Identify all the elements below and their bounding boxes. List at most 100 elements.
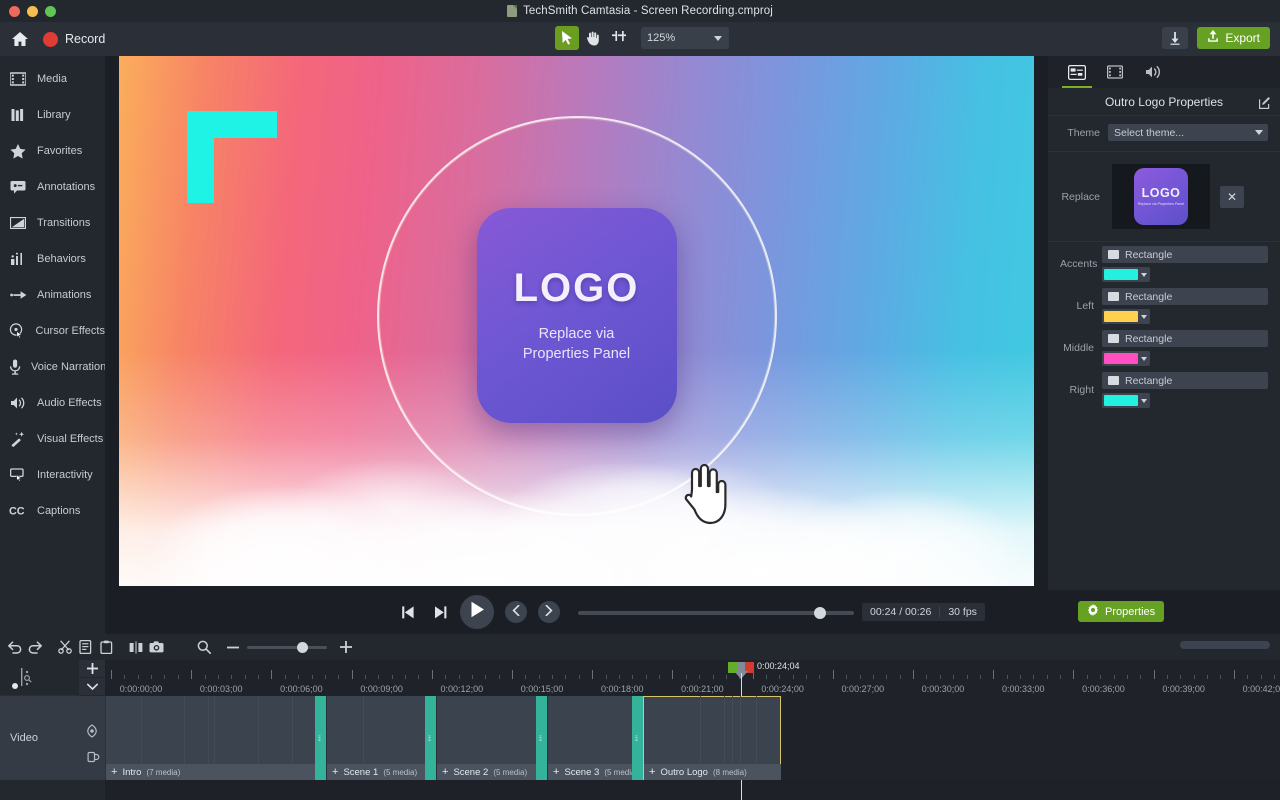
title-bar: TechSmith Camtasia - Screen Recording.cm… xyxy=(0,0,1280,22)
ruler-tick-minor xyxy=(338,675,340,679)
ruler-tick-minor xyxy=(886,675,888,679)
redo-button[interactable] xyxy=(25,637,46,658)
timeline-zoom-handle[interactable] xyxy=(297,641,308,653)
logo-subtitle-line2: Properties Panel xyxy=(522,346,631,362)
sidebar-item-transitions[interactable]: Transitions xyxy=(0,205,105,241)
scrubber-handle[interactable] xyxy=(814,607,826,619)
timeline-track-lane[interactable]: + Intro (7 media) ⁞⁞ + Scene 1 (5 media)… xyxy=(105,696,1280,780)
expand-clip-icon[interactable]: + xyxy=(649,766,655,778)
maximize-window-button[interactable] xyxy=(45,5,56,17)
copy-button[interactable] xyxy=(75,637,96,658)
close-window-button[interactable] xyxy=(9,5,20,17)
ruler-time-label: 0:00:24;00 xyxy=(761,684,804,694)
tab-media[interactable] xyxy=(1096,56,1134,88)
home-icon[interactable] xyxy=(10,30,30,48)
ruler-tick-minor xyxy=(284,675,286,679)
tab-properties[interactable] xyxy=(1058,56,1096,88)
sidebar-item-interactivity[interactable]: Interactivity xyxy=(0,457,105,493)
left-color-swatch xyxy=(1104,311,1138,322)
sidebar-item-media[interactable]: Media xyxy=(0,61,105,97)
expand-clip-icon[interactable]: + xyxy=(332,766,338,778)
remove-media-button[interactable]: ✕ xyxy=(1220,185,1244,208)
track-row-video[interactable]: Video xyxy=(0,696,105,780)
hand-icon[interactable] xyxy=(581,26,605,50)
film-strip-icon xyxy=(9,70,27,88)
ruler-tick-minor xyxy=(792,675,794,679)
timeline-zoom-out-button[interactable] xyxy=(222,637,243,658)
expand-clip-icon[interactable]: + xyxy=(442,766,448,778)
right-color-select[interactable] xyxy=(1102,393,1150,408)
sidebar-item-label: Behaviors xyxy=(37,253,86,265)
chevron-right-icon xyxy=(545,604,553,619)
cut-button[interactable] xyxy=(54,637,75,658)
undo-button[interactable] xyxy=(4,637,25,658)
sidebar-item-audio-effects[interactable]: Audio Effects xyxy=(0,385,105,421)
theme-select[interactable]: Select theme... xyxy=(1108,124,1268,141)
logo-placeholder-card[interactable]: LOGO Replace via Properties Panel xyxy=(476,208,677,423)
play-button[interactable] xyxy=(460,595,494,629)
paste-button[interactable] xyxy=(96,637,117,658)
sidebar-item-voice-narration[interactable]: Voice Narration xyxy=(0,349,106,385)
track-marker-mini xyxy=(10,664,50,694)
previous-marker-button[interactable] xyxy=(505,601,527,623)
expand-clip-icon[interactable]: + xyxy=(553,766,559,778)
sidebar-item-favorites[interactable]: Favorites xyxy=(0,133,105,169)
left-color-select[interactable] xyxy=(1102,309,1150,324)
timeline-zoom-slider[interactable] xyxy=(247,641,327,653)
ruler-tick-minor xyxy=(405,675,407,679)
export-button[interactable]: Export xyxy=(1197,27,1270,49)
sidebar-item-animations[interactable]: Animations xyxy=(0,277,105,313)
accents-color-select[interactable] xyxy=(1102,267,1150,282)
transition-marker[interactable]: ⁞⁞ xyxy=(315,696,326,780)
timeline-zoom-in-button[interactable] xyxy=(335,637,356,658)
lock-icon[interactable] xyxy=(82,751,100,763)
accents-shape-select[interactable]: Rectangle xyxy=(1102,246,1268,263)
tab-audio[interactable] xyxy=(1134,56,1172,88)
timeline-clip-intro[interactable]: + Intro (7 media) xyxy=(105,696,317,780)
sidebar-item-behaviors[interactable]: Behaviors xyxy=(0,241,105,277)
middle-shape-select[interactable]: Rectangle xyxy=(1102,330,1268,347)
transition-marker[interactable]: ⁞⁞ xyxy=(536,696,547,780)
sidebar-item-library[interactable]: Library xyxy=(0,97,105,133)
playback-scrubber[interactable] xyxy=(578,607,854,619)
record-button[interactable]: Record xyxy=(43,31,105,47)
timeline-clip-scene-2[interactable]: + Scene 2 (5 media) xyxy=(436,696,541,780)
cursor-arrow-icon[interactable] xyxy=(555,26,579,50)
download-arrow-icon[interactable] xyxy=(1162,27,1189,49)
sidebar-item-captions[interactable]: CC Captions xyxy=(0,493,105,529)
sidebar-item-annotations[interactable]: Annotations xyxy=(0,169,105,205)
zoom-level-select[interactable]: 125% xyxy=(641,27,729,49)
left-shape-select[interactable]: Rectangle xyxy=(1102,288,1268,305)
timeline-clip-scene-1[interactable]: + Scene 1 (5 media) xyxy=(326,696,430,780)
timeline-clip-outro-logo[interactable]: + Outro Logo (8 media) xyxy=(643,696,781,780)
screenshot-button[interactable] xyxy=(146,637,167,658)
step-back-icon[interactable] xyxy=(400,604,419,621)
expand-clip-icon[interactable]: + xyxy=(111,766,117,778)
timeline-horizontal-scrollbar[interactable] xyxy=(1180,641,1270,649)
properties-panel: Outro Logo Properties Theme Select theme… xyxy=(1048,56,1280,634)
properties-button[interactable]: Properties xyxy=(1078,601,1165,622)
magnifier-icon[interactable] xyxy=(193,637,214,658)
ruler-tick-minor xyxy=(659,675,661,679)
timeline-ruler[interactable]: 0:00:00;00 0:00:03;00 0:00:06;00 0:00:09;00… xyxy=(105,660,1280,696)
next-marker-button[interactable] xyxy=(538,601,560,623)
transition-marker[interactable]: ⁞⁞ xyxy=(425,696,436,780)
crop-icon[interactable] xyxy=(607,26,631,50)
window-controls[interactable] xyxy=(0,5,56,17)
accents-color-swatch xyxy=(1104,269,1138,280)
step-forward-icon[interactable] xyxy=(430,604,449,621)
collapse-tracks-button[interactable] xyxy=(79,678,105,696)
sidebar-item-cursor-effects[interactable]: Cursor Effects xyxy=(0,313,105,349)
split-button[interactable] xyxy=(125,637,146,658)
transition-marker[interactable]: ⁞⁞ xyxy=(632,696,643,780)
replace-thumbnail[interactable]: LOGO Replace via Properties Panel xyxy=(1112,164,1210,229)
cc-icon: CC xyxy=(9,502,27,520)
middle-color-select[interactable] xyxy=(1102,351,1150,366)
edit-pencil-box-icon[interactable] xyxy=(1259,96,1271,114)
right-shape-select[interactable]: Rectangle xyxy=(1102,372,1268,389)
video-canvas[interactable]: LOGO Replace via Properties Panel xyxy=(119,56,1034,586)
add-track-button[interactable] xyxy=(79,660,105,678)
eye-icon[interactable] xyxy=(82,724,100,738)
minimize-window-button[interactable] xyxy=(27,5,38,17)
sidebar-item-visual-effects[interactable]: Visual Effects xyxy=(0,421,105,457)
